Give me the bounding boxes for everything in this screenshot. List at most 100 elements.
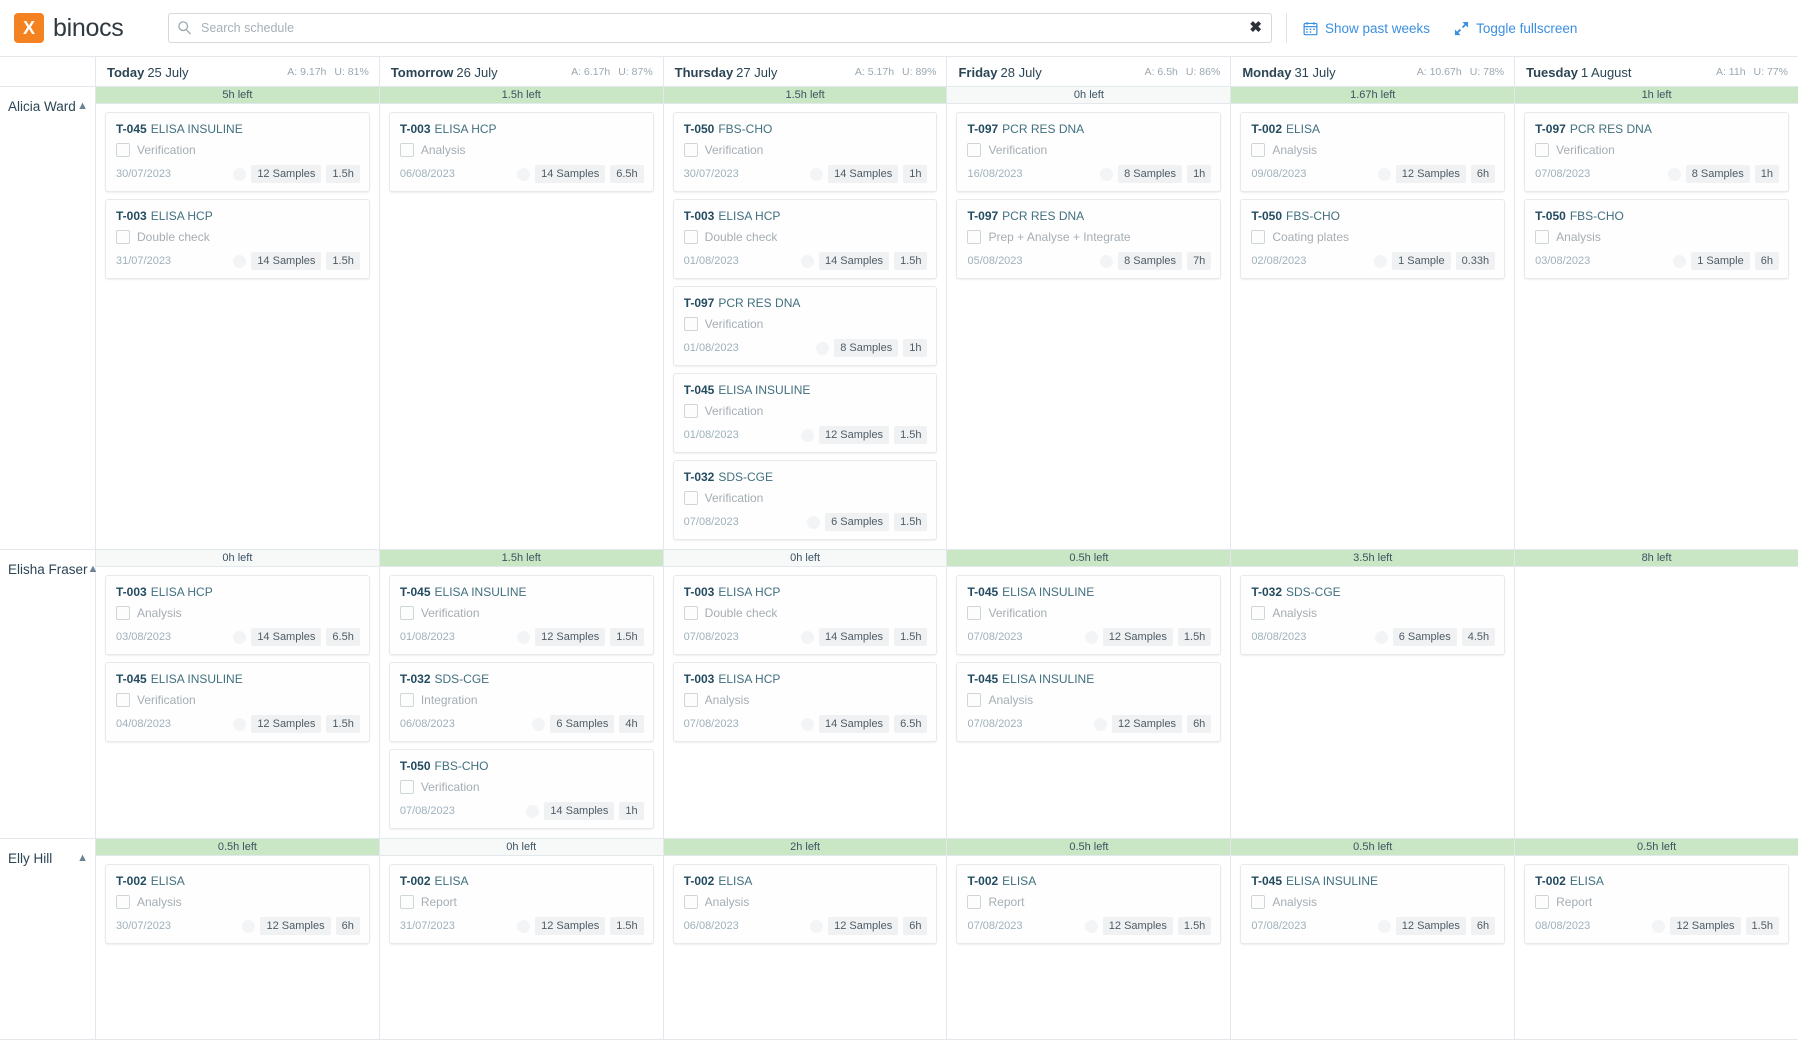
task-step-label: Analysis xyxy=(137,606,182,620)
day-header-monday[interactable]: Monday 31 July A: 10.67h U: 78% xyxy=(1231,57,1516,87)
resource-name-header[interactable]: Elly Hill ▲ xyxy=(0,839,95,866)
search-input[interactable] xyxy=(201,21,1261,35)
search-box[interactable] xyxy=(168,13,1272,43)
day-header-tomorrow[interactable]: Tomorrow 26 July A: 6.17h U: 87% xyxy=(380,57,664,87)
task-checkbox[interactable] xyxy=(399,693,414,707)
task-card[interactable]: T-003 ELISA HCP Double check 31/07/2023 14 S… xyxy=(105,199,370,279)
day-header-stats: A: 5.17h U: 89% xyxy=(855,66,937,78)
task-card-title: T-050 FBS-CHO xyxy=(1251,209,1495,223)
task-checkbox[interactable] xyxy=(116,143,130,157)
task-card[interactable]: T-045 ELISA INSULINE Analysis 07/08/2023 12 … xyxy=(956,662,1222,742)
task-checkbox[interactable] xyxy=(683,606,698,620)
task-code: T-003 xyxy=(683,209,715,223)
task-card[interactable]: T-032 SDS-CGE Integration 06/08/2023 6 Sampl… xyxy=(388,662,654,742)
chevron-up-icon[interactable]: ▲ xyxy=(77,101,88,112)
task-card[interactable]: T-003 ELISA HCP Analysis 03/08/2023 14 Sampl… xyxy=(105,575,370,655)
task-checkbox[interactable] xyxy=(116,693,130,707)
task-card[interactable]: T-050 FBS-CHO Verification 30/07/2023 14 Sam… xyxy=(672,112,938,192)
day-header-tuesday[interactable]: Tuesday 1 August A: 11h U: 77% xyxy=(1515,57,1798,87)
task-card-footer: 07/08/2023 12 Samples 6h xyxy=(1251,917,1496,935)
day-date: 26 July xyxy=(456,64,498,80)
task-card[interactable]: T-002 ELISA Report 08/08/2023 12 Samples 1.5h xyxy=(1524,864,1789,944)
task-checkbox[interactable] xyxy=(967,693,982,707)
task-card[interactable]: T-050 FBS-CHO Verification 07/08/2023 14 Sam… xyxy=(388,749,654,829)
task-card-footer: 30/07/2023 14 Samples 1h xyxy=(684,165,928,183)
chevron-up-icon[interactable]: ▲ xyxy=(88,564,99,575)
task-card[interactable]: T-050 FBS-CHO Analysis 03/08/2023 1 Sample 6h xyxy=(1524,199,1789,279)
status-dot-icon xyxy=(807,515,821,529)
task-card[interactable]: T-032 SDS-CGE Verification 07/08/2023 6 Samp… xyxy=(672,460,938,540)
task-card[interactable]: T-003 ELISA HCP Analysis 07/08/2023 14 Sampl… xyxy=(672,662,938,742)
task-card[interactable]: T-032 SDS-CGE Analysis 08/08/2023 6 Samples 4… xyxy=(1240,575,1506,655)
day-header-thursday[interactable]: Thursday 27 July A: 5.17h U: 89% xyxy=(664,57,948,87)
chevron-up-icon[interactable]: ▲ xyxy=(77,853,88,864)
task-card[interactable]: T-045 ELISA INSULINE Verification 07/08/202… xyxy=(956,575,1222,655)
task-duration-badge: 1.5h xyxy=(1177,628,1212,646)
task-code: T-003 xyxy=(116,585,147,599)
task-card[interactable]: T-097 PCR RES DNA Verification 16/08/2023 8 … xyxy=(956,112,1222,192)
task-duration-badge: 6.5h xyxy=(610,165,644,183)
task-checkbox[interactable] xyxy=(683,895,698,909)
day-header-today[interactable]: Today 25 July A: 9.17h U: 81% xyxy=(96,57,380,87)
task-card[interactable]: T-045 ELISA INSULINE Verification 04/08/202… xyxy=(105,662,370,742)
task-checkbox[interactable] xyxy=(399,606,414,620)
task-checkbox[interactable] xyxy=(683,404,698,418)
task-product: PCR RES DNA xyxy=(1569,122,1652,136)
task-checkbox[interactable] xyxy=(683,693,698,707)
task-checkbox[interactable] xyxy=(399,143,414,157)
task-checkbox[interactable] xyxy=(1251,895,1266,909)
task-due-date: 06/08/2023 xyxy=(399,168,455,180)
task-checkbox[interactable] xyxy=(1535,895,1550,909)
task-card[interactable]: T-003 ELISA HCP Analysis 06/08/2023 14 Sampl… xyxy=(388,112,654,192)
task-step-label: Analysis xyxy=(1272,895,1317,909)
task-checkbox[interactable] xyxy=(683,230,698,244)
task-checkbox[interactable] xyxy=(967,230,982,244)
task-card-title: T-003 ELISA HCP xyxy=(684,585,928,599)
task-card[interactable]: T-003 ELISA HCP Double check 01/08/2023 14 S… xyxy=(672,199,938,279)
resource-name-header[interactable]: Elisha Fraser ▲ xyxy=(0,550,98,577)
task-card[interactable]: T-097 PCR RES DNA Prep + Analyse + Integra… xyxy=(956,199,1222,279)
task-card[interactable]: T-050 FBS-CHO Coating plates 02/08/2023 1 Sa… xyxy=(1240,199,1506,279)
task-card[interactable]: T-002 ELISA Analysis 09/08/2023 12 Samples 6h xyxy=(1240,112,1506,192)
clear-search-icon[interactable]: ✖ xyxy=(1249,18,1262,38)
task-due-date: 01/08/2023 xyxy=(683,255,739,267)
task-checkbox[interactable] xyxy=(1251,606,1266,620)
task-card-title: T-003 ELISA HCP xyxy=(116,209,360,223)
task-checkbox[interactable] xyxy=(116,230,130,244)
task-checkbox[interactable] xyxy=(1535,230,1550,244)
task-card[interactable]: T-097 PCR RES DNA Verification 01/08/2023 8 … xyxy=(672,286,938,366)
task-card[interactable]: T-003 ELISA HCP Double check 07/08/2023 14 S… xyxy=(672,575,938,655)
task-product: ELISA xyxy=(1002,874,1037,888)
task-checkbox[interactable] xyxy=(683,317,698,331)
task-checkbox[interactable] xyxy=(683,143,698,157)
show-past-weeks-button[interactable]: Show past weeks xyxy=(1303,21,1430,36)
task-checkbox[interactable] xyxy=(399,895,414,909)
task-card[interactable]: T-002 ELISA Analysis 30/07/2023 12 Samples 6h xyxy=(105,864,370,944)
toggle-fullscreen-button[interactable]: Toggle fullscreen xyxy=(1454,21,1577,36)
task-card[interactable]: T-002 ELISA Report 31/07/2023 12 Samples 1.5h xyxy=(388,864,654,944)
task-card[interactable]: T-045 ELISA INSULINE Verification 01/08/202… xyxy=(672,373,938,453)
task-card[interactable]: T-045 ELISA INSULINE Verification 01/08/202… xyxy=(388,575,654,655)
task-step-label: Report xyxy=(1556,895,1593,909)
task-card[interactable]: T-045 ELISA INSULINE Analysis 07/08/2023 12 … xyxy=(1240,864,1506,944)
task-checkbox[interactable] xyxy=(1251,143,1266,157)
task-card-footer: 07/08/2023 12 Samples 1.5h xyxy=(967,917,1212,935)
task-card[interactable]: T-002 ELISA Report 07/08/2023 12 Samples 1.5h xyxy=(956,864,1222,944)
resource-name-header[interactable]: Alicia Ward ▲ xyxy=(0,87,95,114)
task-checkbox[interactable] xyxy=(967,606,982,620)
task-step-row: Analysis xyxy=(1251,143,1495,157)
task-checkbox[interactable] xyxy=(683,491,698,505)
task-checkbox[interactable] xyxy=(116,895,130,909)
task-checkbox[interactable] xyxy=(967,895,982,909)
task-checkbox[interactable] xyxy=(399,780,414,794)
task-checkbox[interactable] xyxy=(1251,230,1266,244)
task-card[interactable]: T-045 ELISA INSULINE Verification 30/07/202… xyxy=(105,112,370,192)
status-dot-icon xyxy=(517,630,531,644)
task-checkbox[interactable] xyxy=(1535,143,1550,157)
task-checkbox[interactable] xyxy=(967,143,982,157)
task-checkbox[interactable] xyxy=(116,606,130,620)
day-header-friday[interactable]: Friday 28 July A: 6.5h U: 86% xyxy=(947,57,1232,87)
task-card[interactable]: T-097 PCR RES DNA Verification 07/08/2023 8 … xyxy=(1524,112,1789,192)
task-step-row: Integration xyxy=(399,693,644,707)
task-card[interactable]: T-002 ELISA Analysis 06/08/2023 12 Samples 6h xyxy=(672,864,938,944)
